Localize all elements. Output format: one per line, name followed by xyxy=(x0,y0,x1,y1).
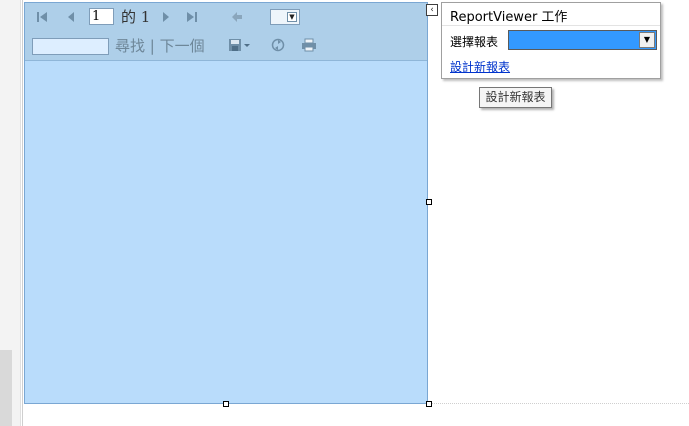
smart-tag-glyph-icon[interactable]: ‹ xyxy=(426,4,438,16)
design-surface-guide xyxy=(22,0,23,426)
last-page-icon[interactable] xyxy=(183,8,201,26)
design-surface-dotted-guide xyxy=(432,403,689,404)
smart-tag-header: ReportViewer 工作 xyxy=(442,3,660,26)
report-viewer-control[interactable]: 1 的 1 ▼ 尋找 | 下一個 xyxy=(24,2,428,404)
resize-handle-right[interactable] xyxy=(426,199,432,205)
back-icon[interactable] xyxy=(228,8,246,26)
designer-left-margin-shade xyxy=(0,350,12,426)
resize-handle-bottom-right[interactable] xyxy=(426,401,432,407)
report-viewer-toolbar: 1 的 1 ▼ 尋找 | 下一個 xyxy=(25,3,427,61)
dropdown-arrow-icon: ▼ xyxy=(287,12,297,22)
current-page-input[interactable]: 1 xyxy=(89,8,114,25)
find-next-button[interactable]: 下一個 xyxy=(160,37,205,55)
choose-report-dropdown[interactable]: ▼ xyxy=(508,30,657,50)
page-count-label: 的 1 xyxy=(121,8,151,26)
smart-tag-title: ReportViewer 工作 xyxy=(450,10,568,25)
find-separator: | xyxy=(149,37,155,55)
print-icon[interactable] xyxy=(300,36,318,54)
refresh-icon[interactable] xyxy=(269,36,287,54)
find-controls: 尋找 | 下一個 xyxy=(115,37,205,55)
smart-tag-panel: ReportViewer 工作 選擇報表 ▼ 設計新報表 xyxy=(441,2,661,79)
next-page-icon[interactable] xyxy=(157,8,175,26)
chevron-down-icon[interactable]: ▼ xyxy=(639,32,655,48)
design-new-report-link[interactable]: 設計新報表 xyxy=(450,58,510,75)
find-button[interactable]: 尋找 xyxy=(115,37,145,55)
export-save-icon[interactable] xyxy=(226,36,254,54)
find-text-input[interactable] xyxy=(32,38,109,55)
zoom-dropdown[interactable]: ▼ xyxy=(270,9,300,25)
resize-handle-bottom[interactable] xyxy=(223,401,229,407)
first-page-icon[interactable] xyxy=(33,8,51,26)
link-tooltip: 設計新報表 xyxy=(479,87,552,108)
choose-report-label: 選擇報表 xyxy=(450,35,499,49)
previous-page-icon[interactable] xyxy=(62,8,80,26)
